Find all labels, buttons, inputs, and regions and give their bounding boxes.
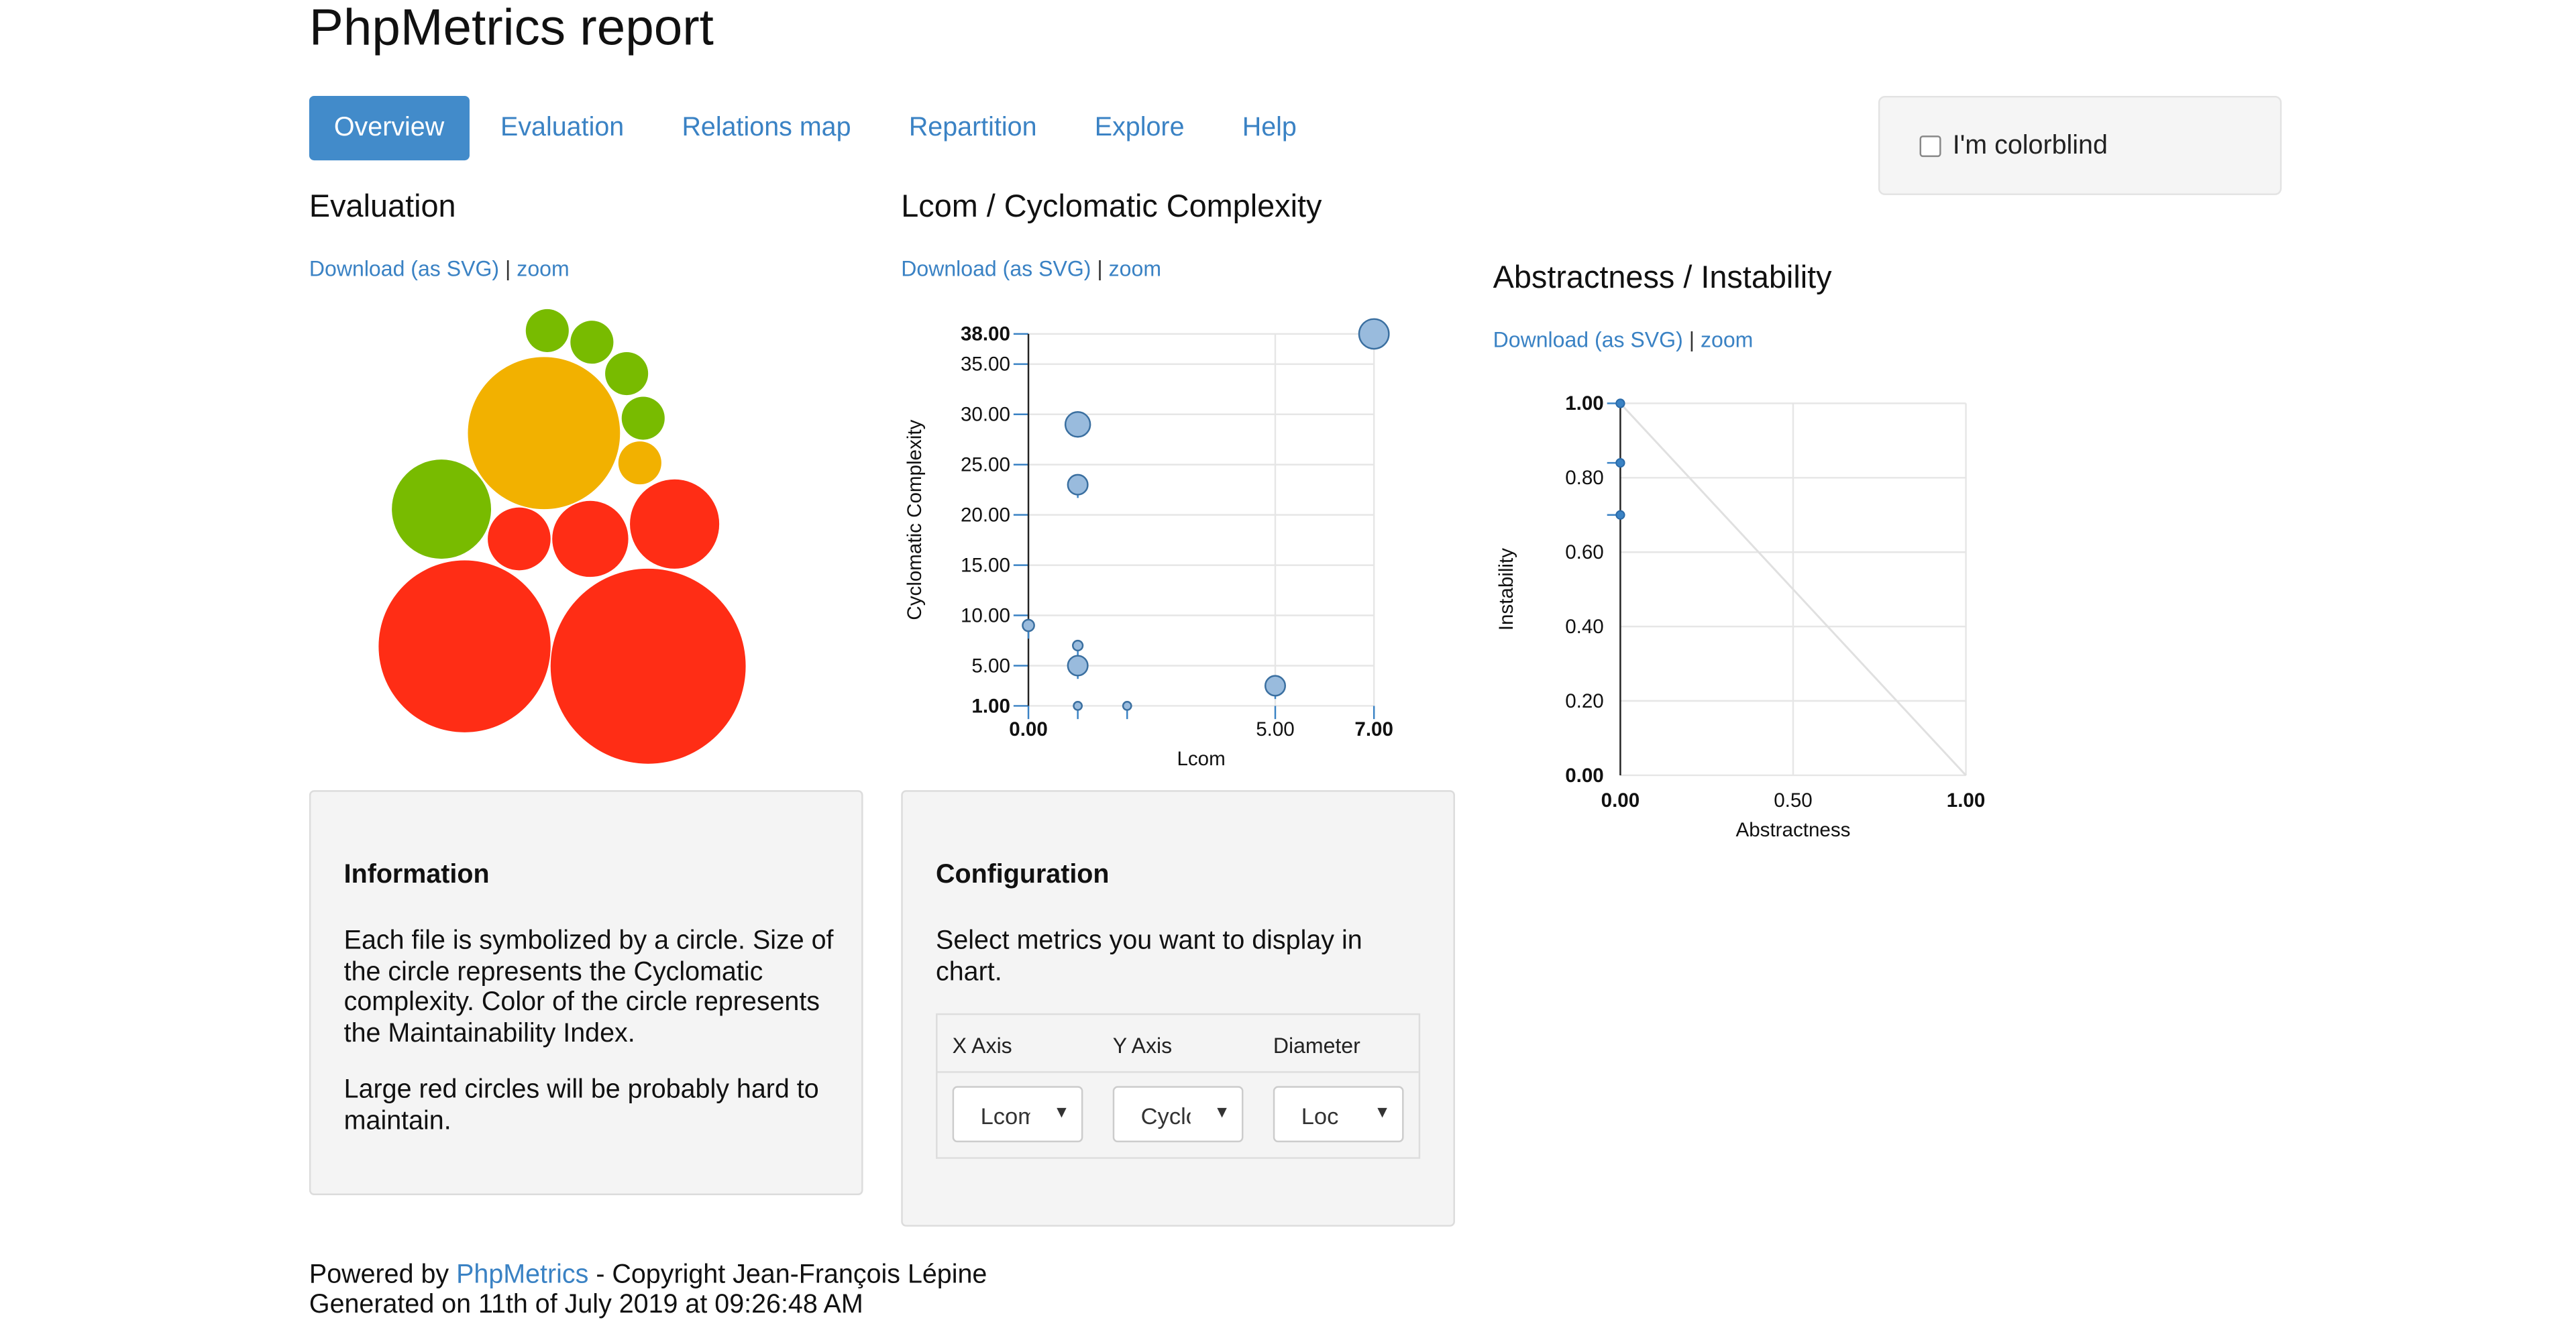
y-axis-label: Instability (1495, 548, 1517, 630)
data-point (1615, 398, 1625, 408)
x-axis-header: X Axis (952, 1033, 1012, 1058)
data-point (1615, 457, 1625, 468)
information-panel: Information Each file is symbolized by a… (309, 790, 863, 1195)
configuration-panel: Configuration Select metrics you want to… (901, 790, 1455, 1227)
x-tick-label: 1.00 (1947, 789, 1986, 812)
diameter-header: Diameter (1273, 1033, 1360, 1058)
x-axis-label: Abstractness (1736, 819, 1851, 841)
x-axis-value: Lcom (980, 1102, 1030, 1129)
y-axis-header: Y Axis (1112, 1033, 1173, 1058)
x-axis-select[interactable]: Lcom ▼ (952, 1086, 1083, 1143)
chevron-down-icon: ▼ (1053, 1104, 1070, 1123)
diameter-value: Loc (1301, 1102, 1339, 1129)
table-divider (937, 1071, 1419, 1073)
y-tick-label: 0.20 (1565, 690, 1604, 712)
x-tick-label: 0.00 (1601, 789, 1640, 812)
y-tick-label: 0.40 (1565, 616, 1604, 638)
information-title: Information (343, 861, 490, 890)
configuration-title: Configuration (936, 861, 1110, 890)
phpmetrics-link[interactable]: PhpMetrics (456, 1262, 588, 1290)
y-tick-label: 0.00 (1565, 765, 1604, 787)
footer-powered-prefix: Powered by (309, 1261, 457, 1290)
x-tick-label: 0.50 (1774, 789, 1813, 812)
y-tick-label: 0.80 (1565, 467, 1604, 489)
y-axis-value: Cyclomatic (1140, 1102, 1191, 1129)
configuration-table: X Axis Y Axis Diameter Lcom ▼ Cyclomatic… (936, 1013, 1421, 1159)
y-axis-select[interactable]: Cyclomatic ▼ (1112, 1086, 1244, 1143)
y-tick-label: 1.00 (1565, 392, 1604, 414)
footer-copyright: - Copyright Jean-François Lépine (588, 1261, 987, 1290)
chevron-down-icon: ▼ (1374, 1104, 1391, 1123)
footer: Powered by PhpMetrics - Copyright Jean-F… (309, 1262, 987, 1321)
data-point (1615, 510, 1625, 520)
information-warning: Large red circles will be probably hard … (343, 1076, 819, 1136)
report-page: PhpMetrics report Overview Evaluation Re… (0, 0, 2576, 1327)
information-text: Each file is symbolized by a circle. Siz… (343, 927, 834, 1048)
footer-generated: Generated on 11th of July 2019 at 09:26:… (309, 1290, 863, 1319)
footer-powered-line: Powered by PhpMetrics - Copyright Jean-F… (309, 1262, 987, 1291)
chevron-down-icon: ▼ (1214, 1104, 1230, 1123)
y-tick-label: 0.60 (1565, 541, 1604, 563)
diameter-select[interactable]: Loc ▼ (1273, 1086, 1404, 1143)
configuration-text: Select metrics you want to display in ch… (936, 927, 1362, 987)
